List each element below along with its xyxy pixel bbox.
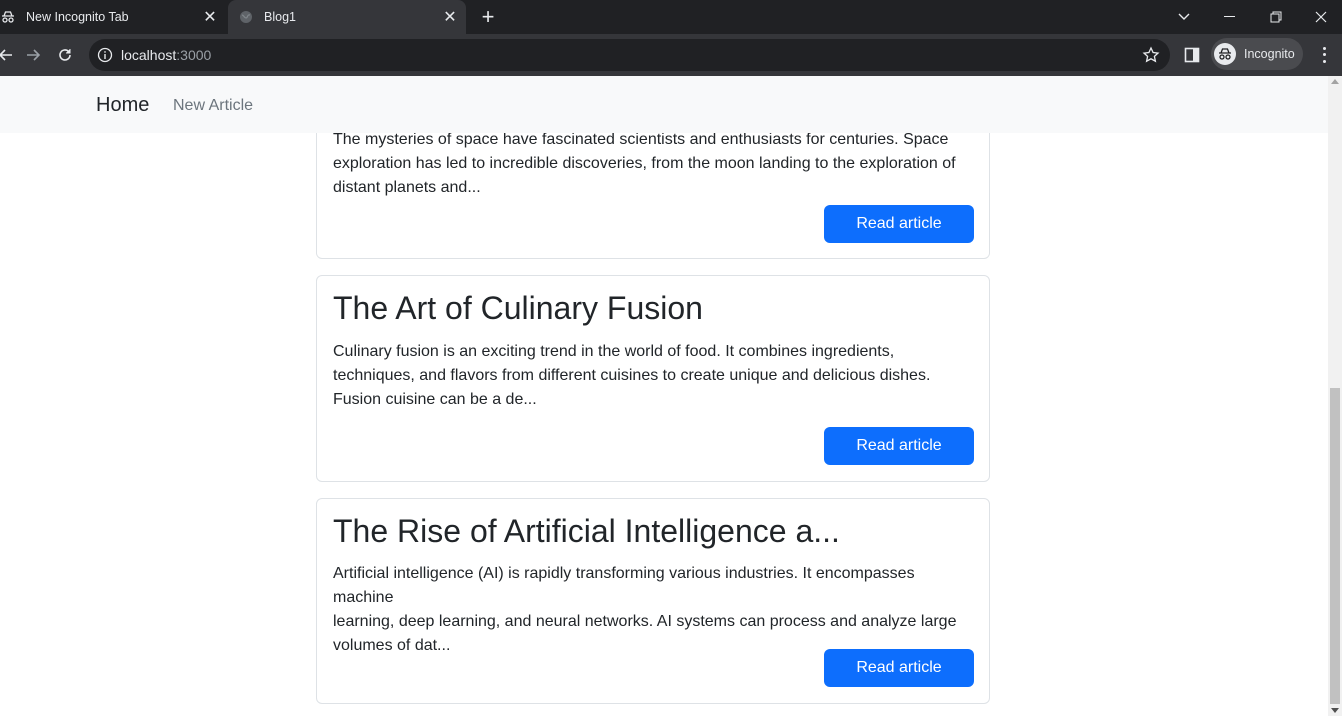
- article-excerpt: Artificial intelligence (AI) is rapidly …: [333, 562, 978, 658]
- profile-label: Incognito: [1244, 47, 1295, 61]
- excerpt-line: techniques, and flavors from different c…: [333, 367, 931, 384]
- close-icon[interactable]: ✕: [200, 7, 220, 27]
- tab-strip: New Incognito Tab ✕ Blog1 ✕ +: [0, 0, 1342, 34]
- back-button[interactable]: [0, 43, 18, 67]
- reload-icon: [59, 49, 71, 61]
- bookmark-star-icon[interactable]: [1142, 46, 1160, 64]
- tab-label: New Incognito Tab: [26, 10, 129, 24]
- close-window-button[interactable]: [1298, 0, 1342, 34]
- nav-home-link[interactable]: Home: [96, 94, 149, 117]
- arrow-left-icon: [0, 49, 12, 61]
- tab-blog1[interactable]: Blog1 ✕: [228, 0, 466, 34]
- incognito-icon: [1214, 43, 1236, 65]
- globe-icon: [238, 9, 254, 25]
- url-port: :3000: [176, 47, 212, 63]
- page-viewport: Home New Article The mysteries of space …: [0, 76, 1328, 716]
- article-card: The Rise of Artificial Intelligence a...…: [316, 498, 990, 704]
- article-excerpt: Culinary fusion is an exciting trend in …: [333, 340, 978, 412]
- minimize-icon: [1224, 16, 1235, 17]
- excerpt-line: volumes of dat...: [333, 637, 451, 654]
- minimize-button[interactable]: [1207, 0, 1253, 34]
- article-title: The Rise of Artificial Intelligence a...: [333, 513, 840, 549]
- excerpt-line: Artificial intelligence (AI) is rapidly …: [333, 565, 915, 606]
- address-bar[interactable]: localhost:3000: [89, 39, 1170, 71]
- read-article-button[interactable]: Read article: [824, 649, 974, 687]
- scroll-down-arrow-icon[interactable]: [1331, 708, 1339, 713]
- excerpt-line: distant planets and...: [333, 179, 481, 196]
- excerpt-line: Culinary fusion is an exciting trend in …: [333, 343, 895, 360]
- tab-label: Blog1: [264, 10, 296, 24]
- close-icon: [1315, 11, 1327, 23]
- read-article-button[interactable]: Read article: [824, 205, 974, 243]
- incognito-profile-button[interactable]: Incognito: [1211, 38, 1303, 70]
- side-panel-icon[interactable]: [1184, 47, 1200, 63]
- forward-button[interactable]: [21, 43, 45, 67]
- page-scrollbar[interactable]: [1328, 76, 1342, 716]
- close-icon[interactable]: ✕: [440, 7, 460, 27]
- nav-new-article-link[interactable]: New Article: [173, 97, 253, 115]
- url-host: localhost: [121, 47, 177, 63]
- excerpt-line: learning, deep learning, and neural netw…: [333, 613, 957, 630]
- more-menu-icon[interactable]: [1316, 45, 1332, 65]
- tab-search-button[interactable]: [1161, 0, 1207, 34]
- site-navbar: Home New Article: [0, 76, 1328, 133]
- tab-new-incognito[interactable]: New Incognito Tab ✕: [0, 0, 226, 34]
- article-card: The Art of Culinary Fusion Culinary fusi…: [316, 275, 990, 482]
- reload-button[interactable]: [53, 43, 77, 67]
- url-text: localhost:3000: [121, 47, 211, 63]
- chevron-down-icon: [1178, 13, 1190, 20]
- article-excerpt: The mysteries of space have fascinated s…: [333, 128, 978, 200]
- restore-button[interactable]: [1253, 0, 1299, 34]
- restore-icon: [1270, 11, 1282, 23]
- new-tab-button[interactable]: +: [477, 6, 499, 28]
- read-article-button[interactable]: Read article: [824, 427, 974, 465]
- article-title: The Art of Culinary Fusion: [333, 290, 703, 326]
- arrow-right-icon: [27, 49, 41, 61]
- excerpt-line: exploration has led to incredible discov…: [333, 155, 956, 172]
- scrollbar-thumb[interactable]: [1330, 388, 1340, 704]
- excerpt-line: The mysteries of space have fascinated s…: [333, 131, 949, 148]
- excerpt-line: Fusion cuisine can be a de...: [333, 391, 537, 408]
- scroll-up-arrow-icon[interactable]: [1331, 79, 1339, 84]
- browser-toolbar: localhost:3000 Incognito: [0, 34, 1342, 76]
- incognito-icon: [0, 9, 16, 25]
- info-icon[interactable]: [97, 47, 113, 63]
